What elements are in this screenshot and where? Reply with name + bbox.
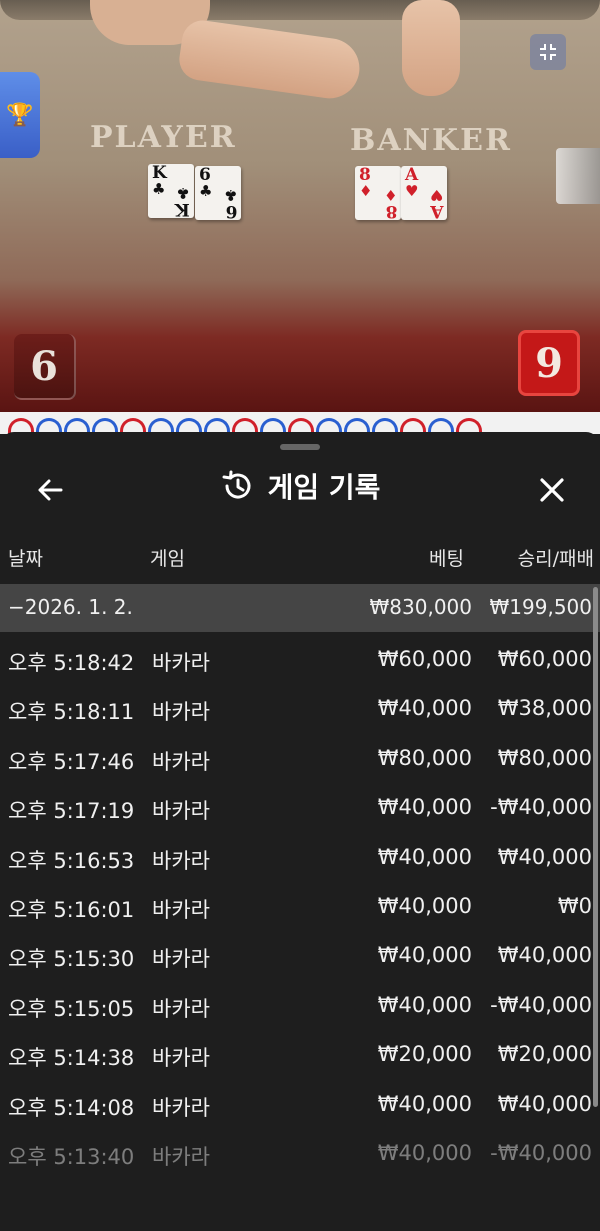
banker-card-2: A ♥ A ♥ [401,166,447,221]
sheet-header: 게임 기록 [0,462,600,512]
row-result: ₩20,000 [497,1042,592,1067]
row-result: ₩40,000 [497,844,592,869]
banker-card-1: 8 ♦ 8 ♦ [355,166,401,221]
row-time: 오후 5:16:01 [8,897,135,922]
row-bet: ₩40,000 [377,893,472,918]
row-game: 바카라 [152,897,210,922]
row-result: -₩40,000 [490,795,592,820]
row-result: ₩80,000 [497,745,592,770]
row-game: 바카라 [152,700,210,725]
history-row[interactable]: 오후 5:18:42 바카라 ₩60,000 ₩60,000 [0,637,600,686]
row-result: ₩38,000 [497,696,592,721]
history-row[interactable]: 오후 5:15:30 바카라 ₩40,000 ₩40,000 [0,933,600,982]
history-row[interactable]: 오후 5:13:40 바카라 ₩40,000 -₩40,000 [0,1131,600,1180]
date-group-row[interactable]: −2026. 1. 2. ₩830,000 ₩199,500 [0,584,600,632]
row-bet: ₩40,000 [377,1091,472,1116]
row-time: 오후 5:17:19 [8,799,135,824]
row-time: 오후 5:16:53 [8,848,135,873]
row-bet: ₩60,000 [377,647,472,671]
sheet-drag-handle[interactable] [280,444,320,450]
history-row[interactable]: 오후 5:14:38 바카라 ₩20,000 ₩20,000 [0,1032,600,1081]
history-row[interactable]: 오후 5:18:11 바카라 ₩40,000 ₩38,000 [0,686,600,735]
row-result: ₩60,000 [497,647,592,671]
history-row[interactable]: 오후 5:17:46 바카라 ₩80,000 ₩80,000 [0,736,600,785]
history-list: 오후 5:18:42 바카라 ₩60,000 ₩60,000 오후 5:18:11 바카라… [0,637,600,1180]
row-result: -₩40,000 [490,992,592,1017]
row-game: 바카라 [152,799,210,824]
history-row[interactable]: 오후 5:16:53 바카라 ₩40,000 ₩40,000 [0,835,600,884]
row-time: 오후 5:14:38 [8,1046,135,1071]
row-time: 오후 5:14:08 [8,1095,135,1120]
row-game: 바카라 [152,749,210,774]
minimize-button[interactable] [530,34,566,70]
history-row[interactable]: 오후 5:16:01 바카라 ₩40,000 ₩0 [0,884,600,933]
row-time: 오후 5:18:11 [8,700,135,725]
sheet-title-group: 게임 기록 [0,466,600,506]
game-table-view: 🏆 PLAYER BANKER K ♣ K ♣ 6 ♣ 6 ♣ 8 ♦ 8 ♦ A ♥ A ♥ … [0,0,600,412]
row-game: 바카라 [152,947,210,972]
history-row[interactable]: 오후 5:14:08 바카라 ₩40,000 ₩40,000 [0,1082,600,1131]
dealer-right-hand [402,0,460,96]
player-card-2: 6 ♣ 6 ♣ [195,166,241,221]
date-group-total-result: ₩199,500 [489,595,592,619]
bead-road-strip [0,412,600,434]
minimize-icon [540,44,556,60]
row-bet: ₩40,000 [377,992,472,1017]
row-game: 바카라 [152,996,210,1021]
scrollbar[interactable] [593,587,598,1107]
row-game: 바카라 [152,848,210,873]
history-row[interactable]: 오후 5:15:05 바카라 ₩40,000 -₩40,000 [0,983,600,1032]
row-time: 오후 5:18:42 [8,651,135,675]
row-bet: ₩40,000 [377,1140,472,1165]
column-header-game[interactable]: 게임 [150,544,185,574]
game-history-sheet: 게임 기록 날짜 게임 베팅 승리/패배 −2026. 1. 2. ₩830,0… [0,432,600,1231]
row-game: 바카라 [152,1095,210,1120]
column-header-date[interactable]: 날짜 [8,544,43,574]
row-game: 바카라 [152,651,210,675]
row-bet: ₩40,000 [377,795,472,820]
row-result: -₩40,000 [490,1140,592,1165]
row-bet: ₩40,000 [377,696,472,721]
dealer-left-hand [176,17,364,103]
row-result: ₩40,000 [497,943,592,968]
date-group-total-bet: ₩830,000 [369,595,472,619]
banker-score: 9 [518,330,580,396]
row-time: 오후 5:15:05 [8,996,135,1021]
row-bet: ₩40,000 [377,844,472,869]
column-header-result[interactable]: 승리/패배 [518,544,594,574]
column-header-bet[interactable]: 베팅 [429,544,464,574]
row-time: 오후 5:17:46 [8,749,135,774]
trophy-button[interactable]: 🏆 [0,72,40,158]
trophy-icon: 🏆 [6,102,34,128]
row-bet: ₩80,000 [377,745,472,770]
close-button[interactable] [532,470,572,510]
date-group-date: −2026. 1. 2. [8,595,133,619]
row-bet: ₩20,000 [377,1042,472,1067]
row-time: 오후 5:13:40 [8,1144,135,1169]
row-game: 바카라 [152,1144,210,1169]
card-shoe [556,148,600,204]
banker-label: BANKER [350,123,512,158]
sheet-title: 게임 기록 [267,471,381,504]
row-bet: ₩40,000 [377,943,472,968]
row-result: ₩40,000 [497,1091,592,1116]
row-time: 오후 5:15:30 [8,947,135,972]
player-card-1: K ♣ K ♣ [148,164,194,219]
row-result: ₩0 [557,893,592,918]
player-label: PLAYER [90,120,237,155]
history-row[interactable]: 오후 5:17:19 바카라 ₩40,000 -₩40,000 [0,785,600,834]
player-score: 6 [14,334,76,400]
close-icon [540,478,564,502]
row-game: 바카라 [152,1046,210,1071]
history-icon [222,470,251,499]
